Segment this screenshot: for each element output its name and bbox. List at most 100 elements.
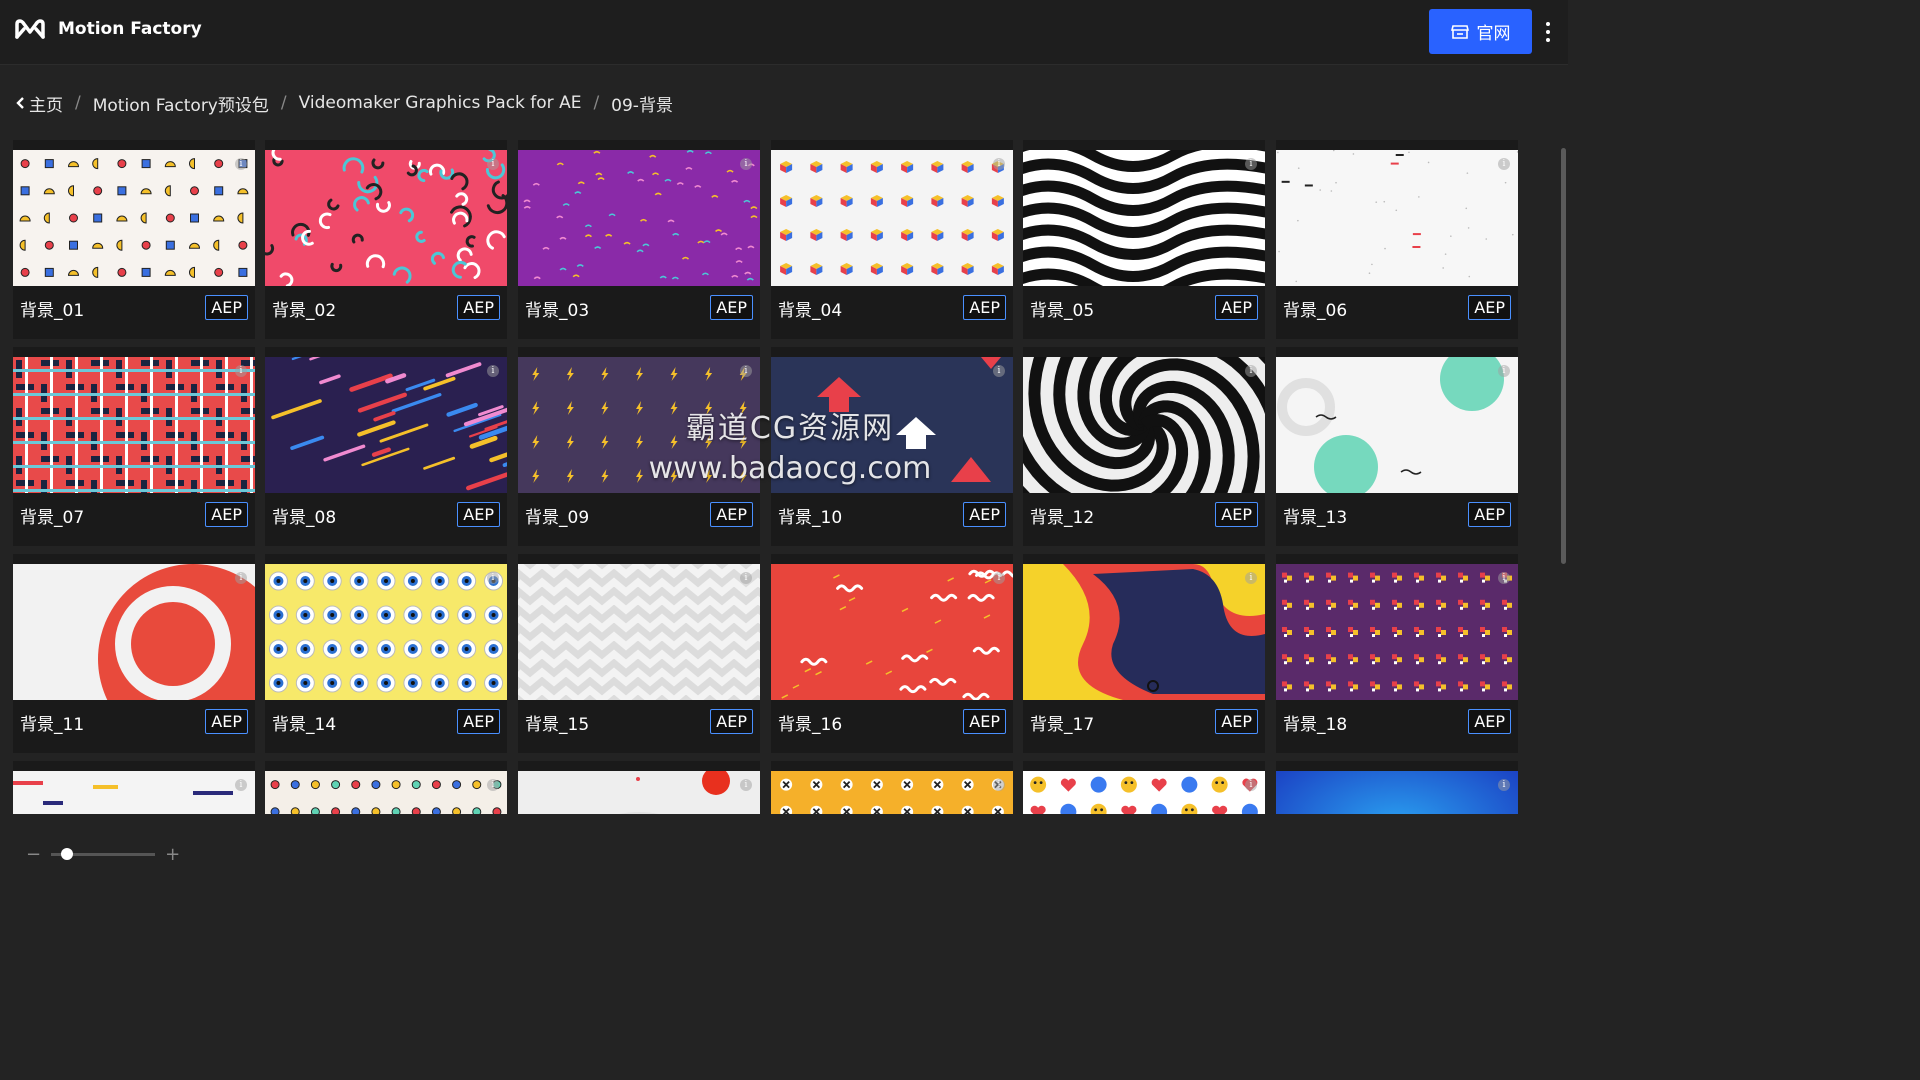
- info-icon[interactable]: i: [235, 158, 247, 170]
- asset-title: 背景_16: [778, 715, 843, 735]
- asset-card[interactable]: i 背景_14 AEP: [265, 554, 507, 753]
- asset-card[interactable]: i: [1023, 761, 1265, 814]
- asset-title: 背景_03: [525, 301, 590, 321]
- asset-card[interactable]: i 背景_18 AEP: [1276, 554, 1518, 753]
- asset-card[interactable]: i: [13, 761, 255, 814]
- info-icon[interactable]: i: [740, 365, 752, 377]
- brand[interactable]: Motion Factory: [14, 18, 202, 40]
- asset-card[interactable]: i 背景_12 AEP: [1023, 347, 1265, 546]
- breadcrumb-home[interactable]: 主页: [29, 91, 63, 116]
- official-site-button[interactable]: 官网: [1429, 9, 1532, 54]
- asset-thumbnail[interactable]: i: [771, 564, 1013, 700]
- zoom-slider-handle[interactable]: [61, 848, 74, 860]
- zoom-in-button[interactable]: +: [165, 844, 180, 865]
- info-icon[interactable]: i: [487, 158, 499, 170]
- asset-thumbnail[interactable]: i: [13, 771, 255, 814]
- asset-thumbnail[interactable]: i: [518, 150, 760, 286]
- asset-thumbnail[interactable]: i: [265, 150, 507, 286]
- asset-card[interactable]: i 背景_11 AEP: [13, 554, 255, 753]
- info-icon[interactable]: i: [487, 365, 499, 377]
- asset-card[interactable]: i: [518, 761, 760, 814]
- info-icon[interactable]: i: [1498, 365, 1510, 377]
- asset-thumbnail[interactable]: i: [771, 357, 1013, 493]
- breadcrumb: 主页 / Motion Factory预设包 / Videomaker Grap…: [16, 90, 673, 116]
- info-icon[interactable]: i: [235, 365, 247, 377]
- info-icon[interactable]: i: [993, 365, 1005, 377]
- zoom-out-button[interactable]: −: [26, 844, 41, 865]
- app-title: Motion Factory: [58, 19, 202, 39]
- asset-thumbnail[interactable]: i: [518, 564, 760, 700]
- asset-title: 背景_02: [272, 301, 337, 321]
- asset-card[interactable]: i 背景_13 AEP: [1276, 347, 1518, 546]
- info-icon[interactable]: i: [1498, 572, 1510, 584]
- aep-badge: AEP: [963, 502, 1006, 527]
- info-icon[interactable]: i: [740, 572, 752, 584]
- asset-card[interactable]: i 背景_09 AEP: [518, 347, 760, 546]
- asset-card[interactable]: i 背景_03 AEP: [518, 140, 760, 339]
- asset-card[interactable]: i 背景_06 AEP: [1276, 140, 1518, 339]
- info-icon[interactable]: i: [1245, 572, 1257, 584]
- asset-thumbnail[interactable]: i: [13, 564, 255, 700]
- asset-thumbnail[interactable]: i: [518, 771, 760, 814]
- info-icon[interactable]: i: [1245, 158, 1257, 170]
- asset-thumbnail[interactable]: i: [1276, 771, 1518, 814]
- asset-title: 背景_04: [778, 301, 843, 321]
- asset-thumbnail[interactable]: i: [1276, 564, 1518, 700]
- asset-thumbnail[interactable]: i: [1023, 564, 1265, 700]
- asset-card[interactable]: i 背景_07 AEP: [13, 347, 255, 546]
- info-icon[interactable]: i: [993, 779, 1005, 791]
- info-icon[interactable]: i: [1498, 779, 1510, 791]
- asset-card[interactable]: i: [265, 761, 507, 814]
- asset-thumbnail[interactable]: i: [771, 771, 1013, 814]
- info-icon[interactable]: i: [740, 158, 752, 170]
- asset-card[interactable]: i: [771, 761, 1013, 814]
- more-menu-icon[interactable]: [1540, 18, 1556, 46]
- info-icon[interactable]: i: [1498, 158, 1510, 170]
- asset-card[interactable]: i: [1276, 761, 1518, 814]
- asset-thumbnail[interactable]: i: [1023, 771, 1265, 814]
- asset-thumbnail[interactable]: i: [1023, 150, 1265, 286]
- asset-title: 背景_18: [1283, 715, 1348, 735]
- asset-thumbnail[interactable]: i: [13, 150, 255, 286]
- info-icon[interactable]: i: [1245, 779, 1257, 791]
- asset-card[interactable]: i 背景_17 AEP: [1023, 554, 1265, 753]
- asset-thumbnail[interactable]: i: [265, 564, 507, 700]
- asset-thumbnail[interactable]: i: [1276, 357, 1518, 493]
- breadcrumb-pack[interactable]: Videomaker Graphics Pack for AE: [299, 93, 582, 113]
- asset-card[interactable]: i 背景_15 AEP: [518, 554, 760, 753]
- asset-thumbnail[interactable]: i: [1023, 357, 1265, 493]
- info-icon[interactable]: i: [1245, 365, 1257, 377]
- asset-thumbnail[interactable]: i: [1276, 150, 1518, 286]
- vertical-scrollbar[interactable]: [1561, 148, 1566, 564]
- asset-thumbnail[interactable]: i: [518, 357, 760, 493]
- info-icon[interactable]: i: [487, 779, 499, 791]
- top-bar: Motion Factory 官网: [0, 0, 1568, 65]
- info-icon[interactable]: i: [235, 572, 247, 584]
- aep-badge: AEP: [710, 295, 753, 320]
- info-icon[interactable]: i: [993, 158, 1005, 170]
- asset-title: 背景_11: [20, 715, 85, 735]
- asset-thumbnail[interactable]: i: [771, 150, 1013, 286]
- asset-card[interactable]: i 背景_16 AEP: [771, 554, 1013, 753]
- asset-card[interactable]: i 背景_01 AEP: [13, 140, 255, 339]
- asset-thumbnail[interactable]: i: [265, 357, 507, 493]
- asset-title: 背景_05: [1030, 301, 1095, 321]
- zoom-slider[interactable]: [51, 848, 156, 860]
- asset-card[interactable]: i 背景_10 AEP: [771, 347, 1013, 546]
- info-icon[interactable]: i: [487, 572, 499, 584]
- info-icon[interactable]: i: [740, 779, 752, 791]
- aep-badge: AEP: [1215, 295, 1258, 320]
- asset-card[interactable]: i 背景_05 AEP: [1023, 140, 1265, 339]
- asset-card[interactable]: i 背景_08 AEP: [265, 347, 507, 546]
- aep-badge: AEP: [205, 502, 248, 527]
- breadcrumb-current: 09-背景: [611, 95, 673, 116]
- asset-thumbnail[interactable]: i: [265, 771, 507, 814]
- asset-card[interactable]: i 背景_04 AEP: [771, 140, 1013, 339]
- asset-title: 背景_01: [20, 301, 85, 321]
- asset-grid: i 背景_01 AEP i 背景_02 AEP i 背景_03 AEP i 背景_04 AEP i 背景_…: [0, 140, 1568, 814]
- asset-card[interactable]: i 背景_02 AEP: [265, 140, 507, 339]
- info-icon[interactable]: i: [235, 779, 247, 791]
- info-icon[interactable]: i: [993, 572, 1005, 584]
- breadcrumb-presets[interactable]: Motion Factory预设包: [93, 91, 269, 116]
- asset-thumbnail[interactable]: i: [13, 357, 255, 493]
